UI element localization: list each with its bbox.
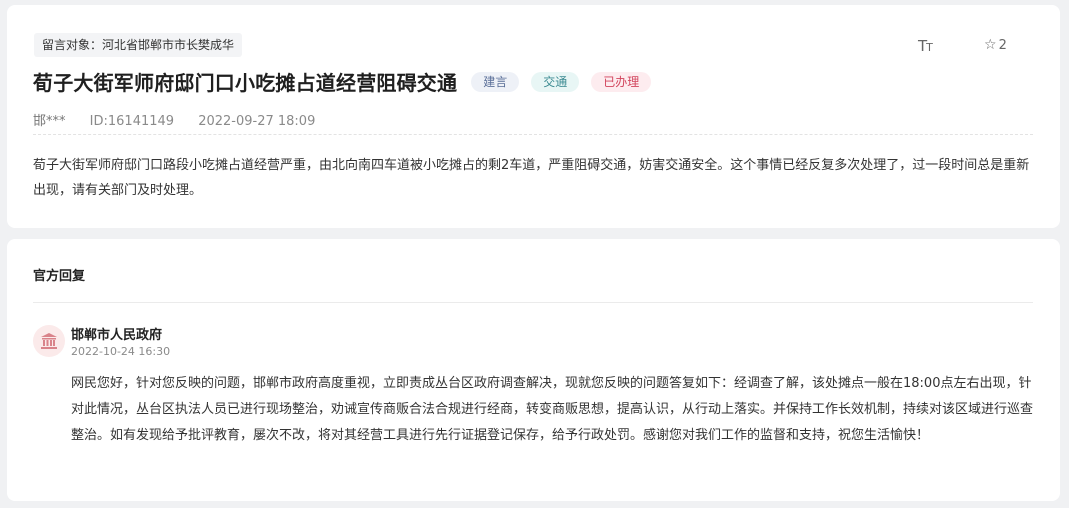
message-datetime: 2022-09-27 18:09 (198, 114, 316, 129)
tag-category[interactable]: 建言 (471, 71, 520, 92)
official-reply-card: 官方回复 邯郸市人民政府 2022-10-24 16:30 网民您好，针对您反映… (7, 239, 1060, 501)
reply-heading: 官方回复 (33, 269, 86, 284)
star-outline-icon: ☆ (984, 37, 997, 53)
government-building-icon (41, 333, 57, 349)
message-content: 荀子大街军师府邸门口路段小吃摊占道经营严重，由北向南四车道被小吃摊占的剩2车道，… (33, 158, 1030, 198)
reply-body: 网民您好，针对您反映的问题，邯郸市政府高度重视，立即责成丛台区政府调查解决，现就… (71, 376, 1034, 443)
page-title: 荀子大街军师府邸门口小吃摊占道经营阻碍交通 (33, 71, 458, 95)
message-meta: 邯*** ID:16141149 2022-09-27 18:09 (33, 110, 335, 129)
reply-date: 2022-10-24 16:30 (71, 345, 171, 358)
favorite-count: 2 (998, 38, 1007, 53)
tag-field[interactable]: 交通 (531, 71, 580, 92)
message-card: 留言对象：河北省邯郸市市长樊成华 TT ☆ 2 荀子大街军师府邸门口小吃摊占道经营… (7, 5, 1060, 228)
title-row: 荀子大街军师府邸门口小吃摊占道经营阻碍交通 建言 交通 已办理 (33, 67, 652, 96)
favorite-button[interactable]: ☆ 2 (984, 37, 1007, 53)
avatar (33, 325, 65, 357)
divider (33, 302, 1033, 303)
reply-org-name: 邯郸市人民政府 (71, 328, 163, 343)
status-badge: 已办理 (591, 71, 652, 92)
message-target-label: 留言对象：河北省邯郸市市长樊成华 (34, 33, 243, 57)
message-author: 邯*** (33, 114, 66, 129)
divider (33, 134, 1033, 135)
text-size-icon[interactable]: TT (918, 37, 933, 55)
message-id: ID:16141149 (89, 114, 175, 129)
